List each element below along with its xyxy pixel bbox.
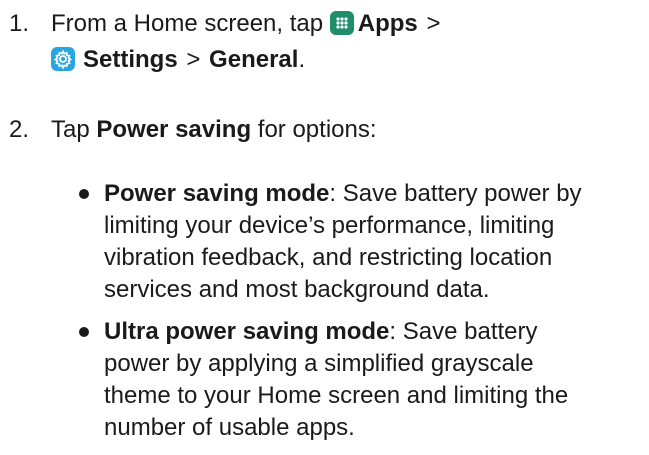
bullet-icon <box>79 327 89 337</box>
bullet-line: Power saving mode: Save battery power by <box>104 178 644 210</box>
step-number: 1. <box>9 10 30 37</box>
settings-gear-icon <box>51 47 75 71</box>
step-suffix: for options: <box>257 116 377 143</box>
bullet-colon: : <box>389 318 397 345</box>
bullet-line-text: Save battery power by <box>342 180 582 207</box>
bullet-line: theme to your Home screen and limiting t… <box>104 382 569 409</box>
step-prefix: Tap <box>51 116 90 143</box>
bullet-line: services and most background data. <box>104 276 490 303</box>
bullet-line: limiting your device’s performance, limi… <box>104 212 555 239</box>
period: . <box>298 46 306 73</box>
bullet-line: power by applying a simplified grayscale <box>104 350 534 377</box>
separator: > <box>186 46 201 73</box>
bullet-title: Ultra power saving mode <box>104 318 390 345</box>
bullet-title: Power saving mode <box>104 180 330 207</box>
general-label: General <box>209 46 299 73</box>
bullet-colon: : <box>329 180 337 207</box>
bullet-icon <box>79 189 89 199</box>
separator: > <box>426 10 441 37</box>
step-prefix: From a Home screen, tap <box>51 10 324 37</box>
step-text: From a Home screen, tap Apps > Settings … <box>51 8 641 76</box>
settings-label: Settings <box>83 46 178 73</box>
bullet-text: Ultra power saving mode: Save battery po… <box>104 316 644 444</box>
power-saving-label: Power saving <box>96 116 252 143</box>
apps-grid-icon <box>329 11 354 35</box>
apps-label: Apps <box>357 10 418 37</box>
step-line: Settings > General. <box>51 44 641 76</box>
bullet-line-text: Save battery <box>402 318 538 345</box>
bullet-line: Ultra power saving mode: Save battery <box>104 316 644 348</box>
step-number: 2. <box>9 116 30 143</box>
step-text: Tap Power saving for options: <box>51 114 641 146</box>
step-line: From a Home screen, tap Apps > <box>51 8 641 40</box>
bullet-line: number of usable apps. <box>104 414 355 441</box>
bullet-line: vibration feedback, and restricting loca… <box>104 244 553 271</box>
bullet-text: Power saving mode: Save battery power by… <box>104 178 644 306</box>
